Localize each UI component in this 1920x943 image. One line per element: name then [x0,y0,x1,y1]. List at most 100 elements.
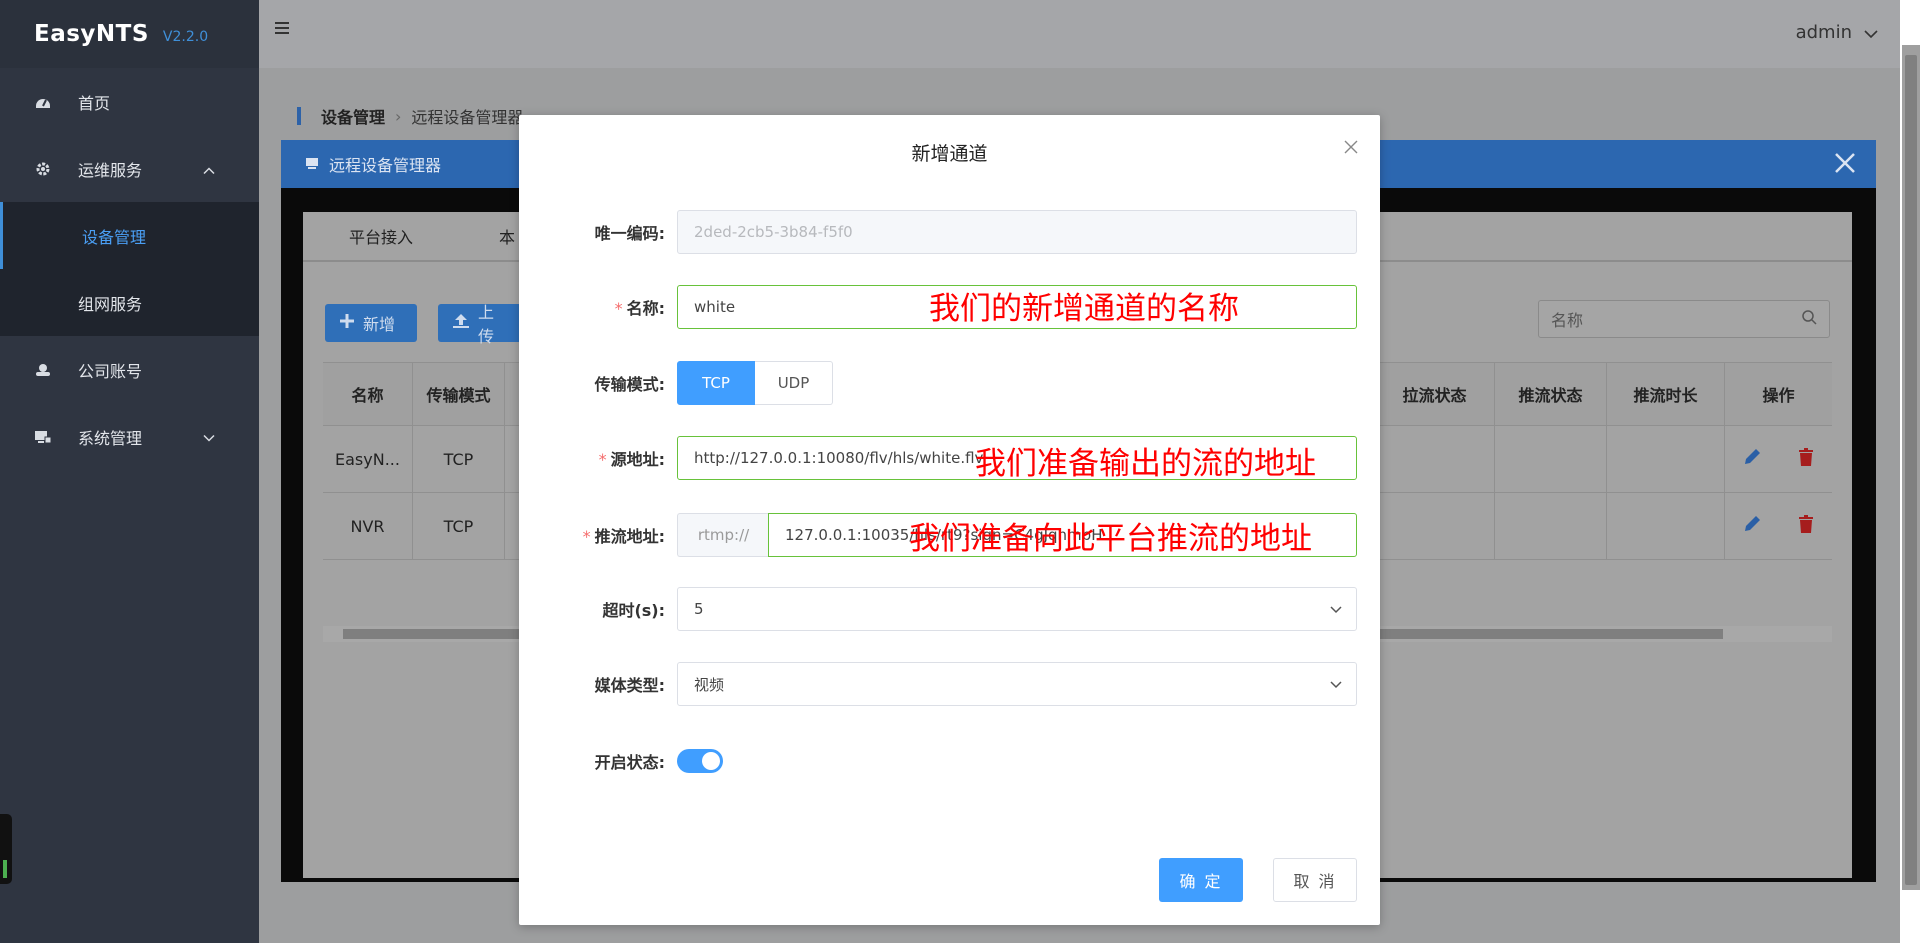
brand: EasyNTS V2.2.0 [0,0,259,68]
media-type-select[interactable]: 视频 [677,662,1357,706]
cell-mode: TCP [413,426,505,492]
close-icon[interactable] [1344,139,1358,158]
cell-mode: TCP [413,493,505,559]
name-label: * 名称: [614,299,665,318]
source-label: * 源地址: [598,450,665,469]
confirm-button[interactable]: 确 定 [1159,858,1243,902]
column-header-mode[interactable]: 传输模式 [413,363,505,425]
form-row-mode: 传输模式: TCP UDP [519,361,1380,405]
mode-label: 传输模式: [594,375,665,394]
cell-push-duration [1607,493,1725,559]
add-channel-dialog: 新增通道 唯一编码: 2ded-2cb5-3b84-f5f0 * 名称: whit… [519,115,1380,925]
breadcrumb-level1[interactable]: 设备管理 [321,104,385,128]
dialog-title: 新增通道 [911,143,988,165]
column-header-push-status[interactable]: 推流状态 [1495,363,1607,425]
edit-icon[interactable] [1742,447,1762,471]
column-header-name[interactable]: 名称 [323,363,413,425]
brand-name: EasyNTS [34,21,149,47]
mode-udp-button[interactable]: UDP [755,361,833,405]
chevron-down-icon [203,427,215,446]
timeout-label: 超时(s): [602,601,665,620]
add-button-label: 新增 [363,315,396,334]
dashboard-icon [34,93,52,111]
chevron-down-icon [1330,675,1342,693]
delete-icon[interactable] [1797,447,1815,471]
upload-icon [452,313,470,333]
push-url-prefix: rtmp:// [677,513,769,557]
user-icon [34,361,52,379]
cell-name: EasyN... [323,426,413,492]
tab-platform-access[interactable]: 平台接入 [303,224,459,248]
sidebar-item-home[interactable]: 首页 [0,68,259,135]
breadcrumb-separator: › [395,106,402,126]
upload-button[interactable]: 上传 [438,303,522,346]
plus-icon [339,313,355,333]
gear-icon [34,160,52,178]
cell-push-status [1495,426,1607,492]
sidebar-item-device-management[interactable]: 设备管理 [0,202,259,269]
sidebar-item-network-service[interactable]: 组网服务 [0,269,259,336]
breadcrumb-level2: 远程设备管理器 [411,108,524,127]
search-input[interactable]: 名称 [1538,300,1830,338]
column-header-actions: 操作 [1762,386,1795,405]
transport-mode-toggle: TCP UDP [677,361,833,405]
sidebar-item-label: 设备管理 [82,227,147,247]
breadcrumb: 设备管理 › 远程设备管理器 [297,104,523,128]
media-label: 媒体类型: [594,676,665,695]
user-menu[interactable]: admin [1796,22,1852,43]
inner-window-title: 远程设备管理器 [329,156,442,175]
sidebar-item-system-management[interactable]: 系统管理 [0,403,259,470]
timeout-select[interactable]: 5 [677,587,1357,631]
cell-name: NVR [323,493,413,559]
sidebar-item-label: 系统管理 [78,428,143,448]
form-row-source: * 源地址: http://127.0.0.1:10080/flv/hls/whi… [519,436,1380,482]
upload-button-label: 上传 [478,303,495,346]
search-placeholder: 名称 [1551,311,1584,330]
cell-pull-status [1375,493,1495,559]
cell-push-duration [1607,426,1725,492]
delete-icon[interactable] [1797,514,1815,538]
annotation-source: 我们准备输出的流的地址 [975,446,1316,482]
device-icon [305,155,319,174]
uid-field: 2ded-2cb5-3b84-f5f0 [677,210,1357,254]
menu-toggle-icon[interactable] [275,20,291,39]
timeout-value: 5 [694,600,704,618]
column-header-push-duration[interactable]: 推流时长 [1607,363,1725,425]
form-row-name: * 名称: white 我们的新增通道的名称 [519,285,1380,329]
uid-label: 唯一编码: [594,224,665,243]
cell-push-status [1495,493,1607,559]
form-row-timeout: 超时(s): 5 [519,587,1380,631]
form-row-push: * 推流地址: rtmp:// 127.0.0.1:10035/hls/rt9?s… [519,513,1380,557]
media-type-value: 视频 [694,675,725,694]
chevron-up-icon [203,159,215,178]
column-header-pull-status[interactable]: 拉流状态 [1375,363,1495,425]
add-button[interactable]: 新增 [325,304,417,342]
sidebar-item-ops[interactable]: 运维服务 [0,135,259,202]
sidebar: EasyNTS V2.2.0 首页 运维服务 设备管理 组网服务 公司账号 系统… [0,0,259,943]
sidebar-item-company-account[interactable]: 公司账号 [0,336,259,403]
cancel-button[interactable]: 取 消 [1273,858,1357,902]
sidebar-item-label: 组网服务 [78,294,143,314]
status-toggle[interactable] [677,749,723,773]
top-header: admin [259,0,1900,68]
annotation-name: 我们的新增通道的名称 [929,291,1239,327]
edit-icon[interactable] [1742,514,1762,538]
form-row-uid: 唯一编码: 2ded-2cb5-3b84-f5f0 [519,210,1380,254]
annotation-push: 我们准备向此平台推流的地址 [909,521,1312,557]
chevron-down-icon [1330,600,1342,618]
search-icon [1801,309,1817,329]
cell-pull-status [1375,426,1495,492]
brand-version: V2.2.0 [162,29,209,45]
form-row-media: 媒体类型: 视频 [519,662,1380,706]
push-label: * 推流地址: [582,527,665,546]
cell-actions [1725,426,1832,492]
close-icon[interactable] [1832,150,1858,180]
page-vertical-scrollbar[interactable] [1902,45,1920,890]
mode-tcp-button[interactable]: TCP [677,361,755,405]
side-handle[interactable] [0,814,12,884]
cell-actions [1725,493,1832,559]
form-row-status: 开启状态: [519,739,1380,783]
sidebar-item-label: 首页 [78,93,111,113]
sidebar-item-label: 运维服务 [78,160,143,180]
chevron-down-icon[interactable] [1864,24,1878,43]
